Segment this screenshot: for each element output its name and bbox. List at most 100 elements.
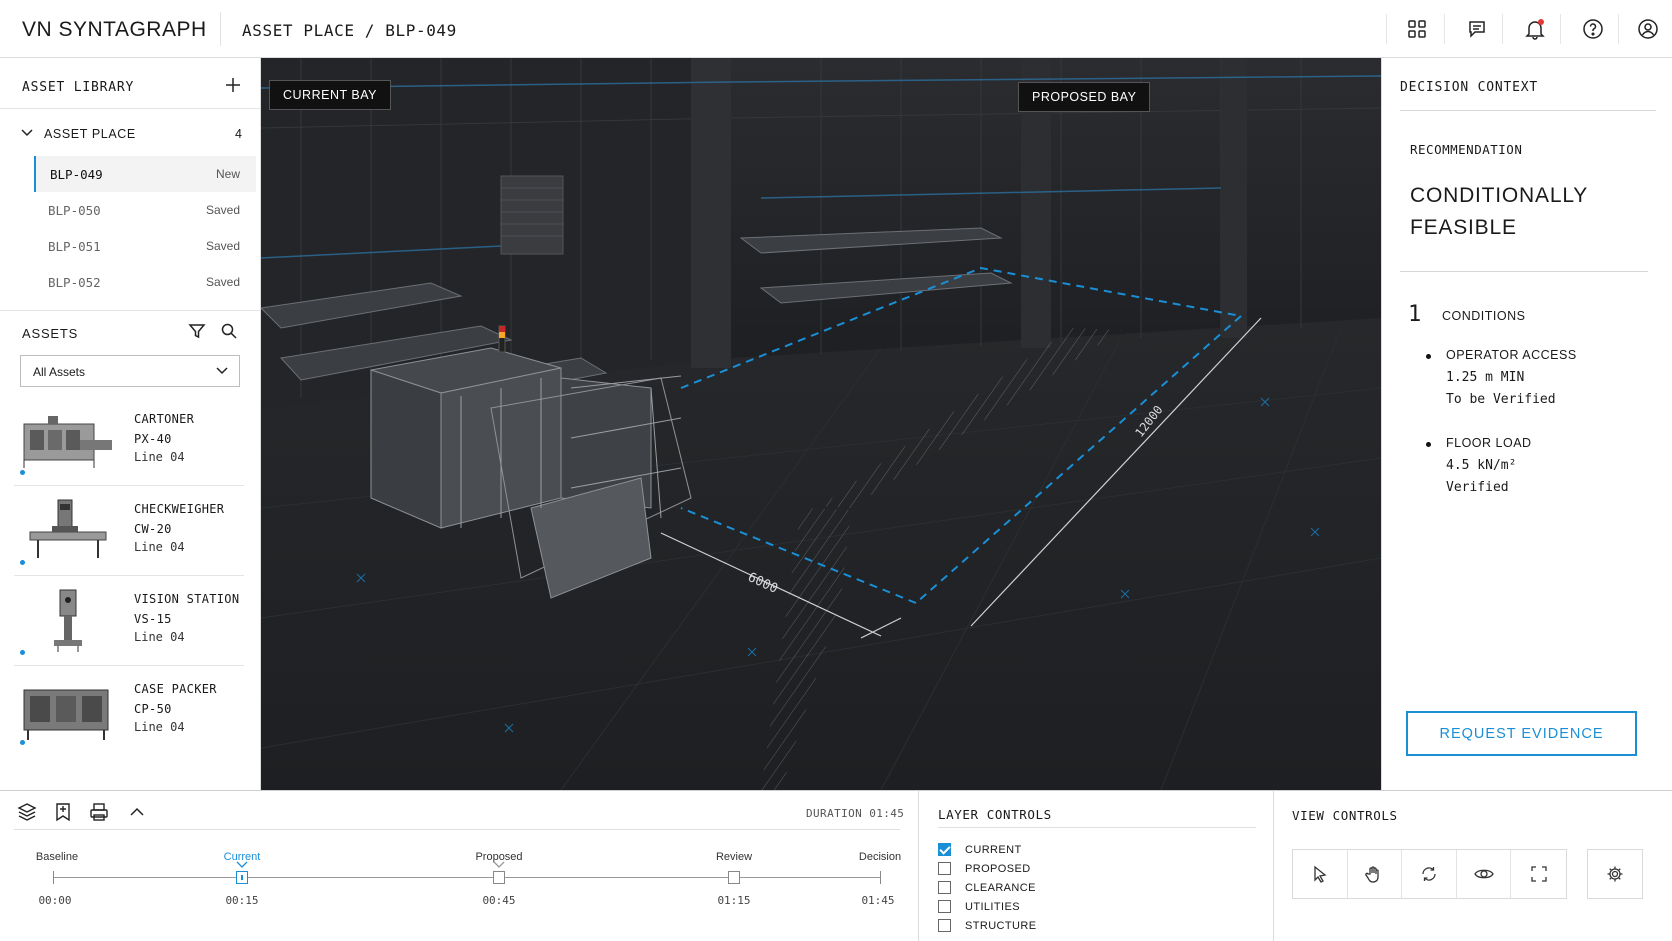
breadcrumb[interactable]: ASSET PLACE / BLP-049 — [242, 21, 457, 40]
checkbox[interactable] — [938, 919, 951, 932]
timeline-marker-proposed[interactable] — [493, 871, 505, 884]
layers-icon[interactable] — [16, 801, 38, 823]
pan-tool-button[interactable] — [1348, 850, 1403, 898]
recommendation-label: RECOMMENDATION — [1410, 142, 1523, 157]
bell-icon[interactable] — [1520, 14, 1550, 44]
library-item-status: Saved — [205, 203, 240, 217]
checkbox[interactable] — [938, 843, 951, 856]
library-item[interactable]: BLP-050 Saved — [34, 192, 256, 228]
divider — [0, 108, 261, 109]
checkbox[interactable] — [938, 862, 951, 875]
asset-line: Line 04 — [134, 540, 185, 554]
library-item[interactable]: BLP-051 Saved — [34, 228, 256, 264]
chevron-down-icon — [216, 367, 228, 375]
library-item-id: BLP-050 — [48, 203, 101, 218]
timeline-label[interactable]: Review — [716, 851, 752, 863]
search-icon[interactable] — [220, 322, 238, 340]
layer-label: CLEARANCE — [965, 882, 1036, 894]
folder-label: ASSET PLACE — [44, 127, 136, 141]
checkbox[interactable] — [938, 900, 951, 913]
timeline-time: 00:15 — [225, 894, 259, 907]
chevron-down-icon — [21, 129, 33, 137]
condition-title: OPERATOR ACCESS — [1446, 348, 1577, 362]
orbit-icon — [1422, 867, 1436, 881]
library-item[interactable]: BLP-052 Saved — [34, 264, 256, 300]
header-divider — [1560, 14, 1561, 44]
left-sidebar: ASSET LIBRARY ASSET PLACE 4 BLP-049 New … — [0, 58, 261, 790]
checkbox[interactable] — [938, 881, 951, 894]
library-item-status: Saved — [205, 275, 240, 289]
user-icon[interactable] — [1633, 14, 1663, 44]
condition-value: 4.5 kN/m² — [1446, 458, 1517, 473]
status-dot — [20, 560, 25, 565]
view-controls: VIEW CONTROLS — [1273, 791, 1672, 941]
folder-asset-place[interactable]: ASSET PLACE 4 — [20, 124, 242, 146]
timeline-time: 01:15 — [717, 894, 751, 907]
asset-name: CARTONER PX-40 — [134, 412, 195, 446]
proposed-bay-tag[interactable]: PROPOSED BAY — [1018, 82, 1151, 112]
case-packer-thumbnail — [23, 689, 109, 740]
library-item-id: BLP-049 — [50, 167, 103, 182]
timeline-track[interactable] — [53, 877, 881, 878]
folder-count: 4 — [235, 127, 242, 141]
eye-icon — [1473, 869, 1494, 879]
decision-context-title: DECISION CONTEXT — [1400, 80, 1539, 95]
timeline[interactable]: Baseline Current Proposed Review Decisio… — [0, 831, 918, 941]
asset-name: CASE PACKER CP-50 — [134, 682, 217, 716]
asset-line: Line 04 — [134, 450, 185, 464]
layer-label: PROPOSED — [965, 863, 1031, 875]
asset-card[interactable]: VISION STATION VS-15 Line 04 — [14, 576, 244, 666]
factory-scene: 6000 12000 — [261, 58, 1381, 790]
view-controls-title: VIEW CONTROLS — [1292, 808, 1398, 823]
conditions-label: CONDITIONS — [1442, 309, 1526, 323]
asset-filter-dropdown[interactable]: All Assets — [20, 355, 240, 387]
library-item-id: BLP-051 — [48, 239, 101, 254]
print-icon[interactable] — [88, 801, 110, 823]
pointer-icon — [1314, 865, 1327, 883]
timeline-time: 00:00 — [38, 894, 72, 907]
bullet — [1426, 442, 1431, 447]
layer-label: CURRENT — [965, 844, 1022, 856]
asset-card[interactable]: CASE PACKER CP-50 Line 04 — [14, 666, 244, 756]
asset-line: Line 04 — [134, 720, 185, 734]
dashboard-icon[interactable] — [1402, 14, 1432, 44]
chat-icon[interactable] — [1462, 14, 1492, 44]
decision-panel: DECISION CONTEXT RECOMMENDATION CONDITIO… — [1381, 58, 1672, 790]
vision-station-thumbnail — [54, 589, 82, 652]
recommendation-value: CONDITIONALLY FEASIBLE — [1410, 184, 1589, 239]
view-tool-group — [1292, 849, 1567, 899]
asset-card[interactable]: CHECKWEIGHER CW-20 Line 04 — [14, 486, 244, 576]
condition-value: 1.25 m MIN — [1446, 370, 1525, 385]
library-item[interactable]: BLP-049 New — [34, 156, 256, 192]
request-evidence-button[interactable]: REQUEST EVIDENCE — [1406, 711, 1637, 756]
settings-button[interactable] — [1587, 849, 1643, 899]
divider — [1400, 110, 1656, 111]
fullscreen-tool-button[interactable] — [1511, 850, 1566, 898]
header-divider — [220, 12, 221, 46]
filter-icon[interactable] — [188, 322, 206, 340]
bullet — [1426, 354, 1431, 359]
asset-card[interactable]: CARTONER PX-40 Line 04 — [14, 396, 244, 486]
help-icon[interactable] — [1578, 14, 1608, 44]
orbit-tool-button[interactable] — [1402, 850, 1457, 898]
current-bay-tag[interactable]: CURRENT BAY — [269, 80, 391, 110]
chevron-up-icon[interactable] — [126, 801, 148, 823]
layer-controls: LAYER CONTROLS CURRENT PROPOSED CLEARANC… — [918, 791, 1273, 941]
3d-viewport[interactable]: 6000 12000 CURRENT BAY PROPOSED BAY — [261, 58, 1381, 790]
timeline-label[interactable]: Decision — [859, 851, 901, 863]
header-divider — [1444, 14, 1445, 44]
add-icon[interactable] — [222, 74, 244, 96]
chevron-down-icon — [236, 861, 248, 868]
visibility-tool-button[interactable] — [1457, 850, 1512, 898]
condition-status: To be Verified — [1446, 392, 1556, 407]
bookmark-icon[interactable] — [52, 801, 74, 823]
timeline-label[interactable]: Baseline — [36, 851, 78, 863]
timeline-end-tick — [880, 871, 881, 884]
timeline-marker-current[interactable] — [236, 871, 248, 884]
divider — [1400, 271, 1648, 272]
asset-filter-value: All Assets — [33, 365, 86, 379]
pointer-tool-button[interactable] — [1293, 850, 1348, 898]
chevron-down-icon — [493, 861, 505, 868]
timeline-marker-review[interactable] — [728, 871, 740, 884]
brand-logo[interactable]: VN SYNTAGRAPH — [22, 18, 207, 42]
